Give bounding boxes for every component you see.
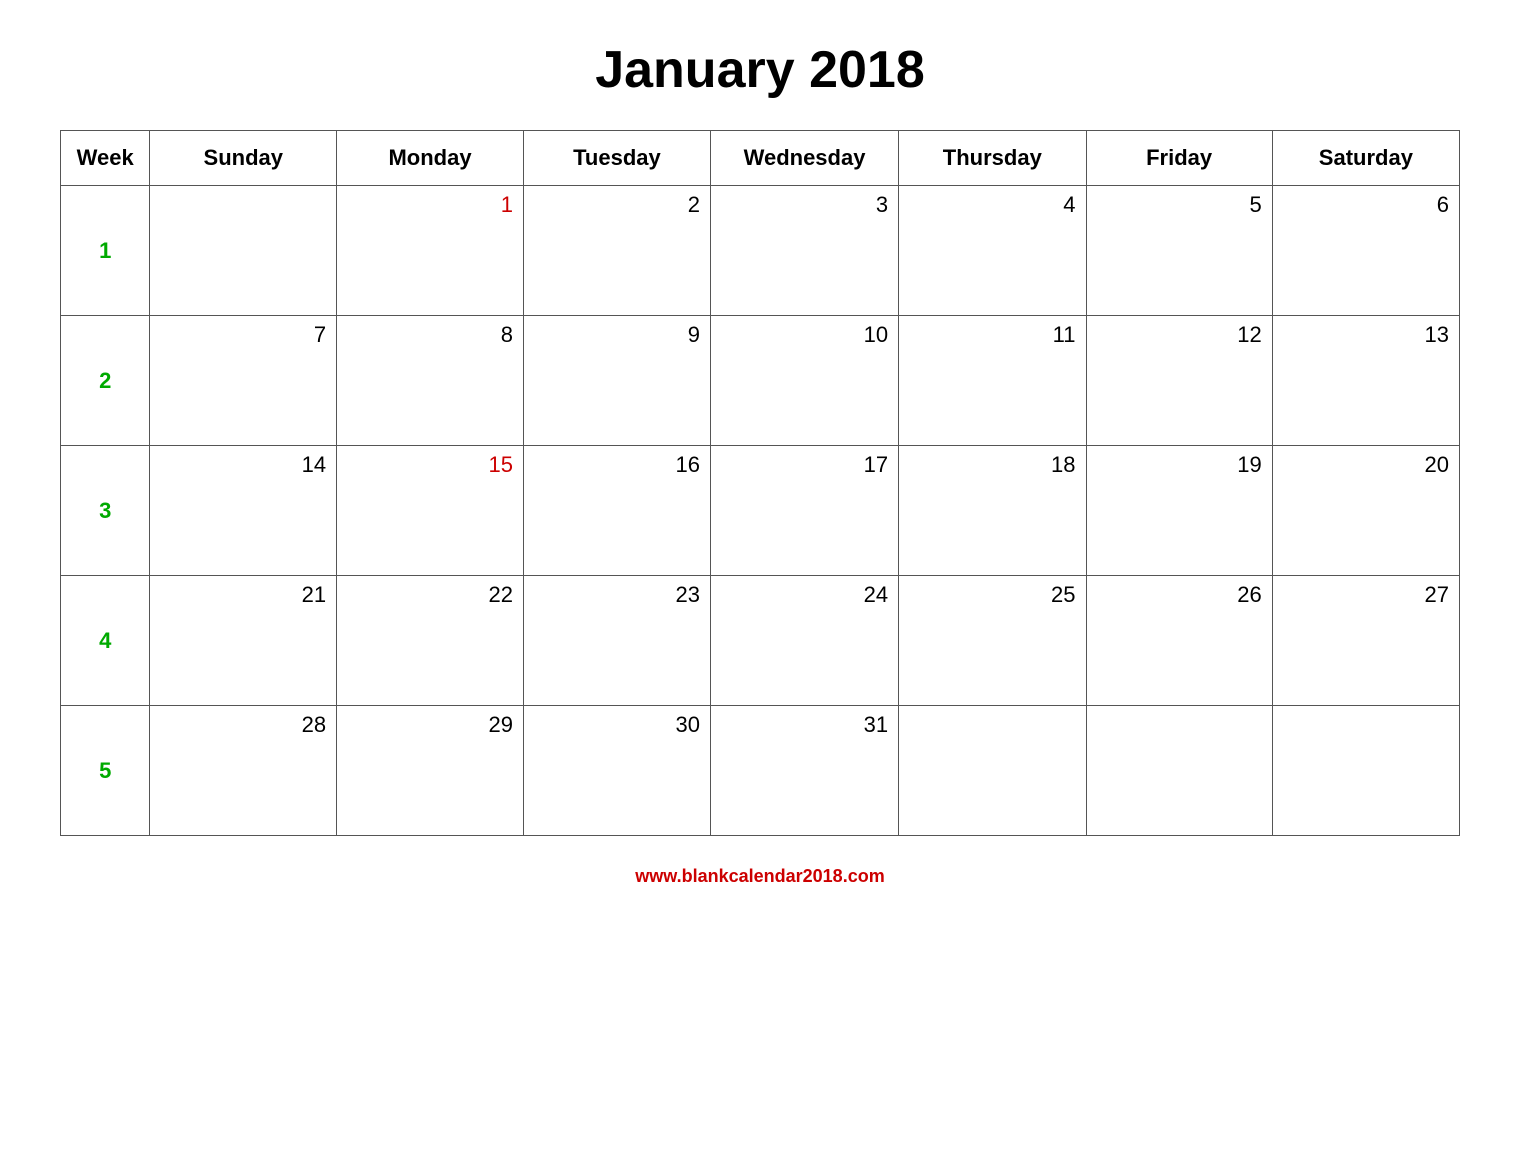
day-number: 10 <box>717 322 888 348</box>
day-number: 31 <box>717 712 888 738</box>
header-thursday: Thursday <box>899 131 1086 186</box>
header-row: Week Sunday Monday Tuesday Wednesday Thu… <box>61 131 1460 186</box>
day-cell: 30 <box>523 706 710 836</box>
week-number-cell: 3 <box>61 446 150 576</box>
day-cell: 12 <box>1086 316 1272 446</box>
day-cell <box>1272 706 1459 836</box>
week-number-cell: 4 <box>61 576 150 706</box>
day-cell: 23 <box>523 576 710 706</box>
week-number-cell: 1 <box>61 186 150 316</box>
day-cell: 16 <box>523 446 710 576</box>
day-cell: 7 <box>150 316 337 446</box>
day-cell: 24 <box>710 576 898 706</box>
day-cell: 2 <box>523 186 710 316</box>
day-number: 19 <box>1093 452 1262 478</box>
header-week: Week <box>61 131 150 186</box>
day-cell <box>1086 706 1272 836</box>
week-number: 4 <box>99 628 111 653</box>
day-number: 9 <box>530 322 700 348</box>
day-number: 7 <box>156 322 326 348</box>
day-cell: 11 <box>899 316 1086 446</box>
calendar-table: Week Sunday Monday Tuesday Wednesday Thu… <box>60 130 1460 836</box>
day-cell: 17 <box>710 446 898 576</box>
week-number: 1 <box>99 238 111 263</box>
day-cell: 14 <box>150 446 337 576</box>
day-cell: 28 <box>150 706 337 836</box>
day-number: 17 <box>717 452 888 478</box>
header-monday: Monday <box>337 131 524 186</box>
day-cell: 20 <box>1272 446 1459 576</box>
day-number: 11 <box>905 322 1075 348</box>
day-cell: 21 <box>150 576 337 706</box>
day-number: 18 <box>905 452 1075 478</box>
day-cell: 22 <box>337 576 524 706</box>
day-number: 20 <box>1279 452 1449 478</box>
day-number: 26 <box>1093 582 1262 608</box>
day-number: 30 <box>530 712 700 738</box>
day-number: 28 <box>156 712 326 738</box>
day-cell: 5 <box>1086 186 1272 316</box>
table-row: 3 14 15 16 17 18 19 20 <box>61 446 1460 576</box>
week-number: 3 <box>99 498 111 523</box>
day-cell: 3 <box>710 186 898 316</box>
day-number: 2 <box>530 192 700 218</box>
day-cell: 15 <box>337 446 524 576</box>
day-number: 29 <box>343 712 513 738</box>
header-sunday: Sunday <box>150 131 337 186</box>
day-number: 4 <box>905 192 1075 218</box>
footer-url: www.blankcalendar2018.com <box>635 866 884 887</box>
day-number: 5 <box>1093 192 1262 218</box>
day-cell: 25 <box>899 576 1086 706</box>
table-row: 5 28 29 30 31 <box>61 706 1460 836</box>
table-row: 2 789 10 11 12 13 <box>61 316 1460 446</box>
day-cell: 19 <box>1086 446 1272 576</box>
day-cell: 31 <box>710 706 898 836</box>
day-cell: 13 <box>1272 316 1459 446</box>
day-number: 14 <box>156 452 326 478</box>
day-number: 23 <box>530 582 700 608</box>
page-title: January 2018 <box>595 40 925 100</box>
day-cell: 18 <box>899 446 1086 576</box>
week-number-cell: 2 <box>61 316 150 446</box>
day-cell: 8 <box>337 316 524 446</box>
header-wednesday: Wednesday <box>710 131 898 186</box>
day-number: 27 <box>1279 582 1449 608</box>
header-saturday: Saturday <box>1272 131 1459 186</box>
day-number: 25 <box>905 582 1075 608</box>
day-number: 22 <box>343 582 513 608</box>
table-row: 4 21 22 23 24 25 26 27 <box>61 576 1460 706</box>
day-cell: 10 <box>710 316 898 446</box>
day-cell: 9 <box>523 316 710 446</box>
day-number: 13 <box>1279 322 1449 348</box>
day-number: 3 <box>717 192 888 218</box>
header-friday: Friday <box>1086 131 1272 186</box>
day-number: 12 <box>1093 322 1262 348</box>
day-cell: 26 <box>1086 576 1272 706</box>
day-cell <box>150 186 337 316</box>
week-number: 5 <box>99 758 111 783</box>
day-number: 15 <box>343 452 513 478</box>
day-number: 21 <box>156 582 326 608</box>
day-cell: 1 <box>337 186 524 316</box>
day-number: 16 <box>530 452 700 478</box>
day-number: 6 <box>1279 192 1449 218</box>
day-cell <box>899 706 1086 836</box>
week-number: 2 <box>99 368 111 393</box>
week-number-cell: 5 <box>61 706 150 836</box>
day-cell: 29 <box>337 706 524 836</box>
day-cell: 27 <box>1272 576 1459 706</box>
table-row: 1123456 <box>61 186 1460 316</box>
day-cell: 6 <box>1272 186 1459 316</box>
day-number: 24 <box>717 582 888 608</box>
day-number: 8 <box>343 322 513 348</box>
header-tuesday: Tuesday <box>523 131 710 186</box>
day-number: 1 <box>343 192 513 218</box>
day-cell: 4 <box>899 186 1086 316</box>
